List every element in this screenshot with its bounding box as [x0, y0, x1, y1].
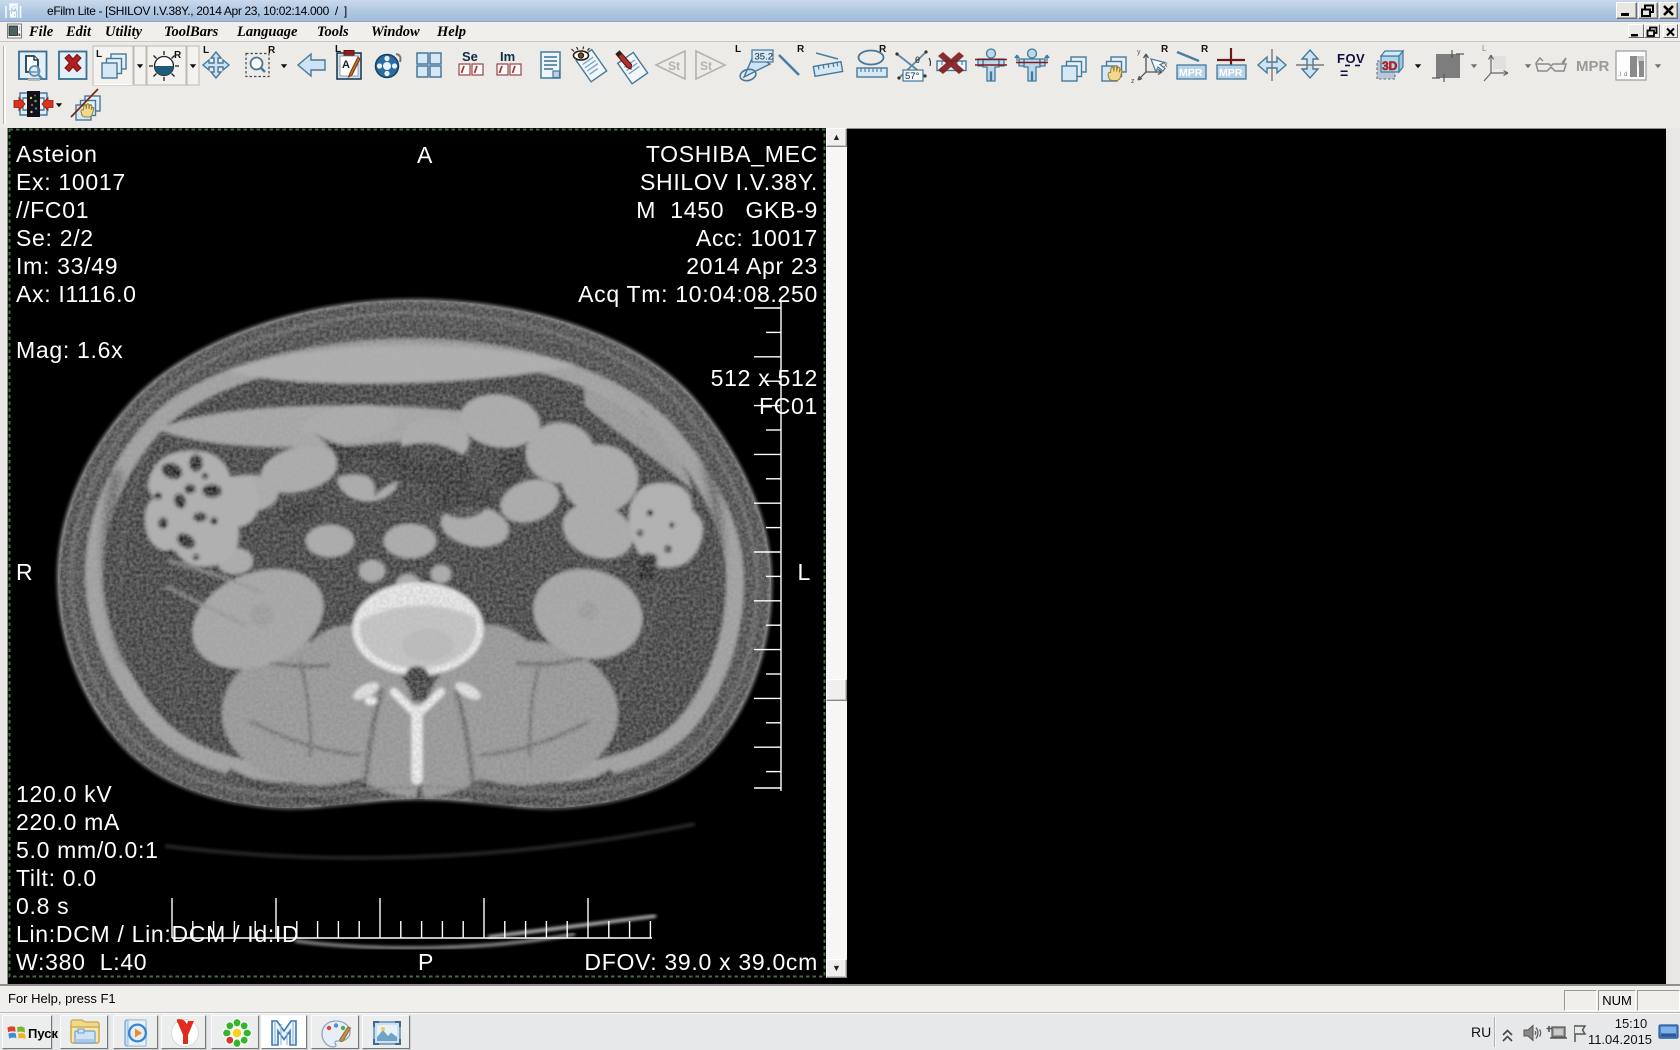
svg-text:St: St — [668, 59, 680, 73]
svg-text:z: z — [1131, 78, 1135, 85]
svg-text:57°: 57° — [905, 71, 920, 82]
svg-text:y: y — [1137, 49, 1141, 56]
svg-text:L: L — [1482, 44, 1487, 53]
svg-text:St: St — [700, 59, 712, 73]
svg-text:L: L — [96, 49, 102, 60]
svg-text:R: R — [174, 50, 182, 61]
svg-text:=: = — [1340, 65, 1348, 81]
svg-text:35.2: 35.2 — [755, 52, 774, 63]
svg-text:θ: θ — [915, 55, 920, 65]
svg-text:L: L — [735, 44, 741, 55]
svg-text:R: R — [797, 44, 805, 55]
svg-text:3D: 3D — [1382, 59, 1398, 73]
svg-text:d: d — [1624, 72, 1627, 78]
svg-text:MPR: MPR — [1576, 58, 1610, 75]
svg-text:A: A — [342, 59, 350, 71]
svg-text:R: R — [268, 45, 276, 56]
svg-text:FOV: FOV — [1337, 51, 1365, 66]
svg-text:R: R — [1161, 44, 1169, 55]
svg-text:L: L — [203, 45, 209, 56]
svg-text:MPR: MPR — [1219, 67, 1243, 79]
svg-text:MPR: MPR — [1179, 67, 1203, 79]
svg-text:Se: Se — [462, 49, 478, 64]
svg-text:R: R — [1201, 44, 1209, 55]
svg-text:,I: ,I — [1618, 72, 1622, 78]
svg-text:Im: Im — [500, 49, 515, 64]
